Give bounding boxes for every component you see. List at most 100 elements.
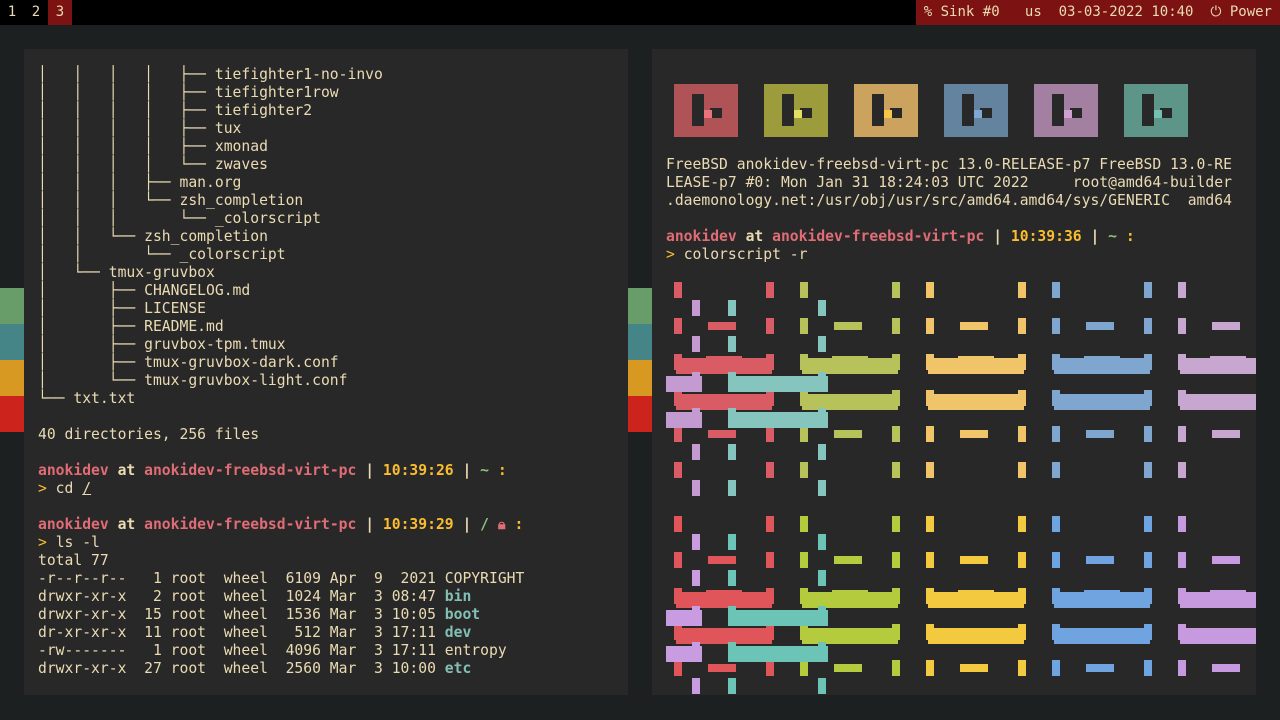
art-mark xyxy=(1144,516,1152,532)
art-mark xyxy=(1086,664,1114,672)
prompt-user: anokidev xyxy=(38,462,109,479)
art-mark xyxy=(766,516,774,532)
art-mark xyxy=(1018,552,1026,568)
art-mark xyxy=(926,516,934,532)
prompt-host: anokidev-freebsd-virt-pc xyxy=(144,462,357,479)
art-mark xyxy=(1084,356,1120,364)
art-mark xyxy=(800,516,808,532)
tree-line: │ ├── gruvbox-tpm.tmux xyxy=(38,336,286,353)
art-mark xyxy=(692,336,700,352)
art-mark xyxy=(1178,282,1186,298)
art-mark xyxy=(692,444,700,460)
prompt-time: 10:39:26 xyxy=(382,462,454,479)
art-mark xyxy=(800,462,808,478)
tree-line: │ └── tmux-gruvbox-light.conf xyxy=(38,372,348,389)
workspace-3-button[interactable]: 3 xyxy=(48,0,72,25)
strip-yellow xyxy=(0,360,24,396)
prompt-host: anokidev-freebsd-virt-pc xyxy=(144,516,357,533)
art-mark xyxy=(800,282,808,298)
art-mark xyxy=(1212,556,1240,564)
left-terminal[interactable]: │ │ │ │ ├── tiefighter1-no-invo │ │ │ │ … xyxy=(24,49,628,695)
art-mark xyxy=(1178,516,1186,532)
art-mark xyxy=(728,444,736,460)
prompt-at: at xyxy=(117,516,136,533)
art-mark xyxy=(1052,516,1060,532)
tree-line: │ │ │ └── zsh_completion xyxy=(38,192,304,209)
tree-line: │ │ └── zsh_completion xyxy=(38,228,268,245)
art-mark xyxy=(800,552,808,568)
art-mark xyxy=(800,660,808,676)
art-mark xyxy=(674,462,682,478)
ls-row: dr-xr-xr-x 11 root wheel 512 Mar 3 17:11… xyxy=(38,624,472,641)
workspace-1-button[interactable]: 1 xyxy=(0,0,24,25)
workspace-2-button[interactable]: 2 xyxy=(24,0,48,25)
art-mark xyxy=(892,426,900,442)
art-mark xyxy=(1018,660,1026,676)
ls-total: total 77 xyxy=(38,552,109,569)
strip-blue xyxy=(0,324,24,360)
art-mark xyxy=(958,356,994,364)
art-mark xyxy=(926,660,934,676)
art-mark xyxy=(800,318,808,334)
art-mark xyxy=(728,376,828,392)
art-mark xyxy=(766,660,774,676)
command-line: > cd / xyxy=(38,480,92,497)
art-mark xyxy=(892,318,900,334)
ls-row: drwxr-xr-x 15 root wheel 1536 Mar 3 10:0… xyxy=(38,606,481,623)
art-mark xyxy=(1052,660,1060,676)
art-mark xyxy=(926,552,934,568)
art-mark xyxy=(728,300,736,316)
art-mark xyxy=(928,628,1024,644)
art-mark xyxy=(818,570,826,586)
art-mark xyxy=(692,678,700,694)
art-mark xyxy=(892,552,900,568)
art-mark xyxy=(960,664,988,672)
art-mark xyxy=(1180,628,1256,644)
art-mark xyxy=(1084,590,1120,598)
art-mark xyxy=(692,534,700,550)
art-mark xyxy=(1178,318,1186,334)
art-mark xyxy=(1210,590,1246,598)
art-mark xyxy=(1018,516,1026,532)
art-mark xyxy=(1086,322,1114,330)
prompt-path: / xyxy=(480,516,490,533)
tree-line: │ │ │ ├── man.org xyxy=(38,174,242,191)
tree-line: │ ├── tmux-gruvbox-dark.conf xyxy=(38,354,339,371)
art-mark xyxy=(1018,426,1026,442)
art-mark xyxy=(728,610,828,626)
tree-line: └── txt.txt xyxy=(38,390,136,407)
tree-line: │ ├── README.md xyxy=(38,318,224,335)
ls-row: -r--r--r-- 1 root wheel 6109 Apr 9 2021 … xyxy=(38,570,525,587)
right-terminal[interactable]: FreeBSD anokidev-freebsd-virt-pc 13.0-RE… xyxy=(652,49,1256,695)
tree-line: │ │ │ │ ├── tux xyxy=(38,120,242,137)
art-mark xyxy=(960,556,988,564)
art-mark xyxy=(1178,552,1186,568)
art-mark xyxy=(692,300,700,316)
ls-row: drwxr-xr-x 27 root wheel 2560 Mar 3 10:0… xyxy=(38,660,472,677)
art-mark xyxy=(1178,462,1186,478)
art-mark xyxy=(1144,282,1152,298)
strip-red-mid xyxy=(628,396,652,432)
prompt-path: ~ xyxy=(480,462,490,479)
prompt-arrow: > xyxy=(38,480,47,497)
strip-blue-mid xyxy=(628,324,652,360)
art-mark xyxy=(958,590,994,598)
art-mark xyxy=(1180,394,1256,410)
art-mark xyxy=(1210,356,1246,364)
art-mark xyxy=(818,300,826,316)
prompt-colon: : xyxy=(497,462,507,479)
tree-line: │ └── tmux-gruvbox xyxy=(38,264,215,281)
art-mark xyxy=(802,628,898,644)
art-mark xyxy=(1052,426,1060,442)
tree-line: │ │ │ │ ├── xmonad xyxy=(38,138,268,155)
art-mark xyxy=(666,376,702,392)
art-mark xyxy=(666,646,702,662)
prompt-time: 10:39:29 xyxy=(382,516,454,533)
status-bar-info[interactable]: % Sink #0 us 03-03-2022 10:40 ⏻ Power xyxy=(915,0,1280,25)
ls-row: -rw------- 1 root wheel 4096 Mar 3 17:11… xyxy=(38,642,507,659)
art-mark xyxy=(1052,282,1060,298)
art-mark xyxy=(892,282,900,298)
art-mark xyxy=(1144,462,1152,478)
art-mark xyxy=(1144,426,1152,442)
art-mark xyxy=(928,394,1024,410)
